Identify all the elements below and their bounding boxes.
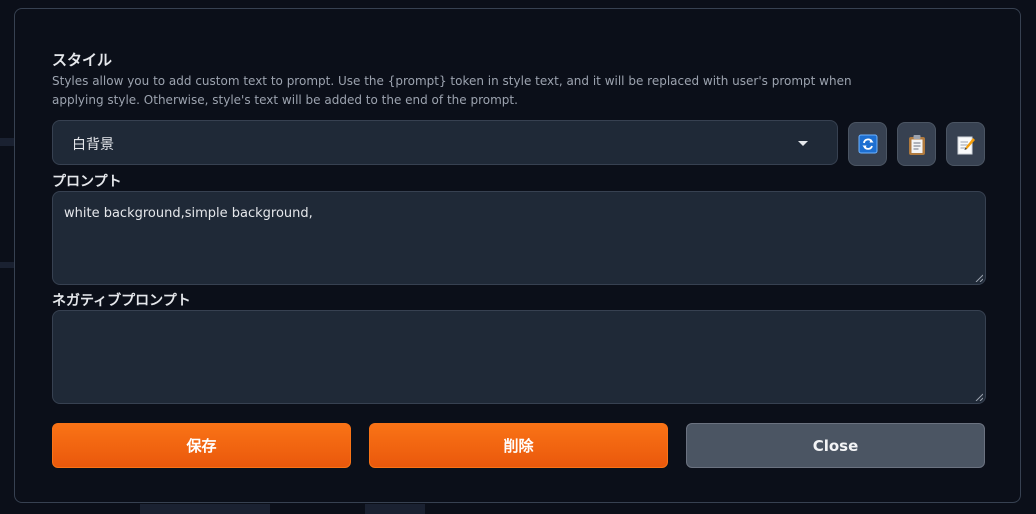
negative-prompt-label: ネガティブプロンプト [52, 293, 191, 309]
refresh-icon [858, 134, 878, 154]
dialog-title: スタイル [52, 51, 113, 69]
save-button[interactable]: 保存 [52, 423, 351, 468]
edit-style-button[interactable] [946, 122, 985, 166]
style-select-value: 白背景 [72, 137, 114, 153]
background-strip [0, 262, 14, 268]
refresh-button[interactable] [848, 122, 887, 166]
dialog-description: Styles allow you to add custom text to p… [52, 74, 852, 107]
style-select[interactable]: 白背景 [52, 120, 838, 165]
resize-handle-icon[interactable] [975, 393, 983, 401]
prompt-textarea[interactable]: white background,simple background, [52, 191, 986, 285]
edit-note-icon [957, 136, 975, 155]
background-strip [140, 504, 270, 514]
background-strip [365, 504, 425, 514]
delete-button[interactable]: 削除 [369, 423, 668, 468]
background-strip [0, 138, 14, 146]
prompt-text: white background,simple background, [64, 206, 313, 221]
apply-style-button[interactable] [897, 122, 936, 166]
negative-prompt-textarea[interactable] [52, 310, 986, 404]
chevron-down-icon [798, 141, 808, 146]
prompt-label: プロンプト [52, 174, 122, 190]
styles-dialog: スタイル Styles allow you to add custom text… [14, 8, 1021, 503]
close-button[interactable]: Close [686, 423, 985, 468]
clipboard-icon [909, 135, 925, 155]
resize-handle-icon[interactable] [975, 274, 983, 282]
